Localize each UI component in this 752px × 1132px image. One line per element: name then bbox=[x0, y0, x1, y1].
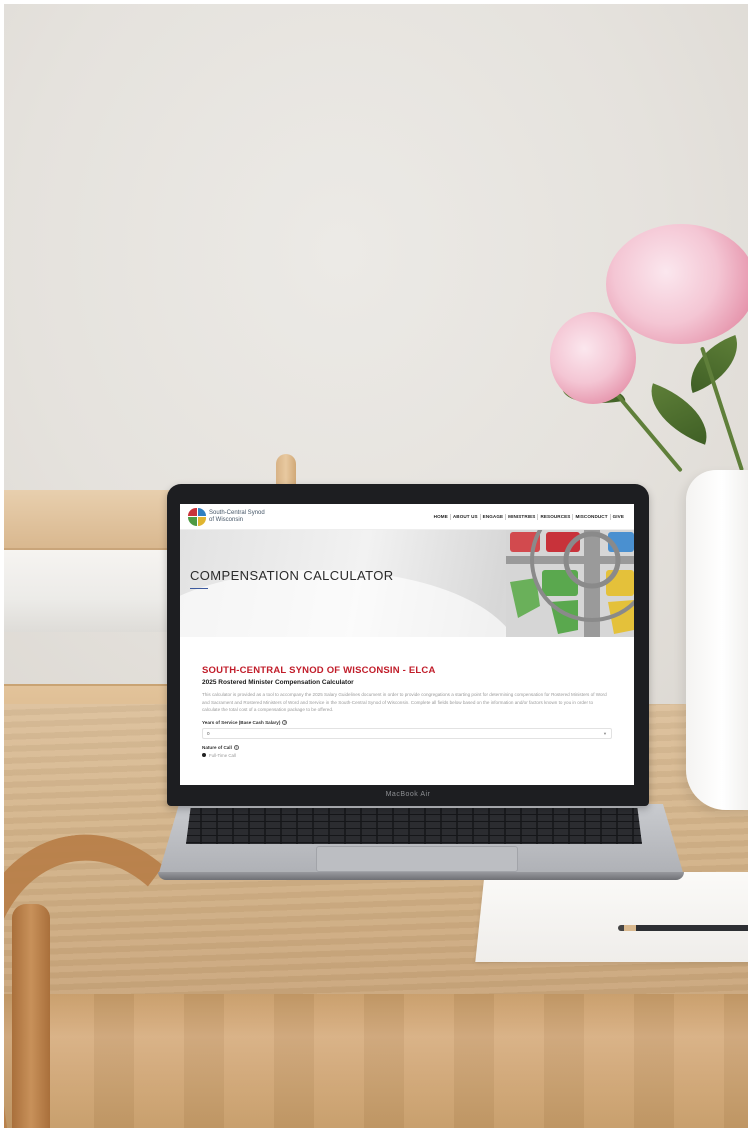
paper-roll bbox=[4, 550, 174, 632]
logo-line-2: of Wisconsin bbox=[209, 516, 244, 523]
notepad bbox=[475, 872, 748, 962]
intro-paragraph: This calculator is provided as a tool to… bbox=[202, 692, 607, 713]
nav-give[interactable]: GIVE bbox=[609, 513, 626, 520]
help-icon[interactable]: ? bbox=[233, 744, 239, 750]
title-underline bbox=[190, 588, 208, 589]
calculator-subtitle: 2025 Rostered Minister Compensation Calc… bbox=[202, 679, 354, 686]
nature-of-call-label: Nature of Call ? bbox=[202, 744, 612, 750]
years-of-service-value: 0 bbox=[207, 730, 210, 736]
calculator-content: SOUTH-CENTRAL SYNOD OF WISCONSIN - ELCA … bbox=[180, 637, 634, 758]
site-header: South-Central Synod of Wisconsin HOME AB… bbox=[180, 504, 634, 530]
cross-logo-icon bbox=[188, 507, 206, 526]
hero-banner: COMPENSATION CALCULATOR bbox=[180, 530, 634, 637]
years-of-service-select[interactable]: 0 ▼ bbox=[202, 727, 612, 739]
logo-line-1: South-Central Synod bbox=[209, 509, 265, 516]
years-of-service-label-text: Years of Service (Base Cash Salary) bbox=[202, 719, 281, 725]
pencil bbox=[618, 925, 748, 931]
logo-text: South-Central Synod of Wisconsin bbox=[209, 510, 265, 524]
site-logo[interactable]: South-Central Synod of Wisconsin bbox=[188, 507, 265, 526]
peony-flower bbox=[606, 224, 748, 344]
nature-of-call-option[interactable]: Full-Time Call bbox=[202, 753, 612, 758]
laptop-screen: South-Central Synod of Wisconsin HOME AB… bbox=[180, 504, 634, 785]
laptop-trackpad bbox=[316, 846, 518, 872]
chevron-down-icon: ▼ bbox=[603, 730, 607, 736]
easel-board bbox=[4, 490, 174, 550]
nav-about-us[interactable]: ABOUT US bbox=[449, 513, 480, 520]
nature-of-call-option-label: Full-Time Call bbox=[209, 752, 236, 758]
laptop-model-label: MacBook Air bbox=[385, 791, 431, 798]
nav-home[interactable]: HOME bbox=[432, 514, 450, 520]
org-heading: SOUTH-CENTRAL SYNOD OF WISCONSIN - ELCA bbox=[202, 665, 436, 676]
nature-of-call-label-text: Nature of Call bbox=[202, 744, 232, 750]
nav-misconduct[interactable]: MISCONDUCT bbox=[572, 513, 609, 520]
nav-ministries[interactable]: MINISTRIES bbox=[505, 513, 537, 520]
white-vase bbox=[686, 470, 748, 810]
main-nav: HOME ABOUT US ENGAGE MINISTRIES RESOURCE… bbox=[432, 513, 626, 520]
nav-engage[interactable]: ENGAGE bbox=[479, 513, 506, 520]
help-icon[interactable]: ? bbox=[282, 719, 288, 725]
stained-glass-cross-icon bbox=[506, 530, 634, 637]
laptop-base-edge bbox=[158, 872, 684, 880]
peony-bud bbox=[550, 312, 636, 404]
radio-selected-icon[interactable] bbox=[202, 753, 206, 758]
years-of-service-label: Years of Service (Base Cash Salary) ? bbox=[202, 719, 612, 725]
page-title: COMPENSATION CALCULATOR bbox=[190, 568, 394, 583]
keyboard-rows bbox=[186, 808, 642, 844]
nav-resources[interactable]: RESOURCES bbox=[537, 513, 572, 520]
